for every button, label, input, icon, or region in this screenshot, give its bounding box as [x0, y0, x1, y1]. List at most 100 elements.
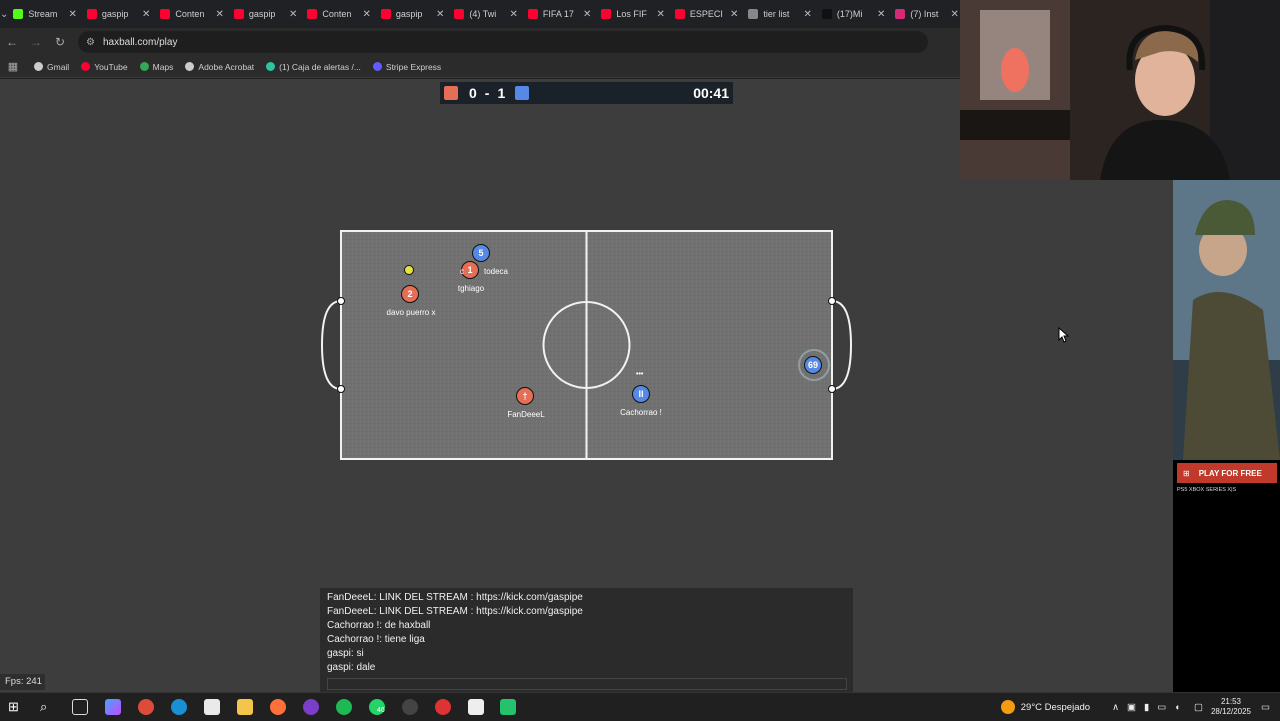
app-icon[interactable]	[303, 699, 319, 715]
browser-tab[interactable]: gaspip ✕	[82, 0, 156, 28]
tab-label: gaspip	[395, 9, 423, 19]
chat-input[interactable]	[327, 678, 847, 690]
tab-favicon-icon	[160, 9, 171, 19]
tab-favicon-icon	[454, 9, 465, 19]
tab-close-icon[interactable]: ✕	[436, 9, 444, 20]
display-icon[interactable]: ▢	[1194, 702, 1203, 713]
browser-tab[interactable]: Conten ✕	[302, 0, 376, 28]
bookmark-item[interactable]: Gmail	[34, 62, 69, 72]
browser-tab[interactable]: Los FIF ✕	[596, 0, 670, 28]
browser-tab[interactable]: Stream ✕	[8, 0, 82, 28]
browser-tab[interactable]: tier list ✕	[743, 0, 817, 28]
tab-close-icon[interactable]: ✕	[289, 9, 297, 20]
tab-label: Conten	[175, 9, 205, 19]
forward-arrow-icon[interactable]: →	[24, 35, 48, 49]
tab-search-icon[interactable]: ⌄	[0, 0, 8, 28]
clock[interactable]: 21:53 28/12/2025	[1211, 697, 1251, 717]
reload-icon[interactable]: ↻	[48, 35, 72, 49]
file-explorer-icon[interactable]	[237, 699, 253, 715]
browser-tab[interactable]: gaspip ✕	[376, 0, 450, 28]
media-player-icon[interactable]	[402, 699, 418, 715]
capcut-icon[interactable]	[468, 699, 484, 715]
tab-favicon-icon	[821, 9, 832, 19]
tab-favicon-icon	[13, 9, 24, 19]
bookmark-icon	[139, 62, 149, 71]
firefox-icon[interactable]	[270, 699, 286, 715]
tab-favicon-icon	[601, 9, 612, 19]
tab-close-icon[interactable]: ✕	[69, 9, 77, 20]
obs-icon[interactable]	[435, 699, 451, 715]
tab-close-icon[interactable]: ✕	[804, 9, 812, 20]
whatsapp-badge: 46	[377, 707, 385, 714]
tab-close-icon[interactable]: ✕	[142, 9, 150, 20]
chat-message: gaspi: dale	[327, 662, 376, 673]
tab-close-icon[interactable]: ✕	[216, 9, 224, 20]
player-disc: 2	[401, 285, 419, 303]
bookmark-icon	[81, 62, 91, 71]
bookmark-label: Gmail	[47, 61, 70, 72]
left-goal	[320, 300, 342, 390]
tab-close-icon[interactable]: ✕	[510, 9, 518, 20]
start-windows-icon[interactable]: ⊞	[8, 699, 24, 715]
edge-icon[interactable]	[171, 699, 187, 715]
browser-tab[interactable]: gaspip ✕	[229, 0, 303, 28]
red-score: 0	[469, 85, 477, 101]
bookmark-label: (1) Caja de alertas /...	[279, 61, 361, 72]
tab-close-icon[interactable]: ✕	[877, 9, 885, 20]
bookmark-item[interactable]: Maps	[139, 62, 173, 72]
weather-icon[interactable]	[1000, 700, 1015, 714]
browser-tab[interactable]: (4) Twi ✕	[449, 0, 523, 28]
back-arrow-icon[interactable]: ←	[0, 35, 24, 49]
windows-logo-icon: ⊞	[1183, 468, 1190, 478]
tab-close-icon[interactable]: ✕	[657, 9, 665, 20]
blue-score: 1	[497, 85, 506, 101]
browser-tab[interactable]: ESPECI ✕	[670, 0, 744, 28]
notifications-icon[interactable]: ▭	[1261, 702, 1270, 713]
tray-chevron-icon[interactable]: ∧	[1112, 702, 1119, 713]
tab-label: (4) Twi	[469, 9, 497, 19]
chat-message: Cachorrao !: de haxball	[327, 620, 431, 631]
task-view-icon[interactable]	[72, 699, 88, 715]
chrome-icon[interactable]	[138, 699, 154, 715]
browser-tab[interactable]: Conten ✕	[155, 0, 229, 28]
copilot-icon[interactable]	[105, 699, 121, 715]
advertisement[interactable]: ⊞ PLAY FOR FREE PS5 XBOX SERIES X|S	[1173, 180, 1280, 692]
bookmarks-bar: ▦ Gmail YouTube Maps Adobe Acrobat (1) Caja …	[0, 56, 960, 78]
address-bar-row: ← → ↻ ⚙ haxball.com/play	[0, 28, 960, 56]
browser-tab[interactable]: (17)Mi ✕	[817, 0, 891, 28]
bookmark-item[interactable]: (1) Caja de alertas /...	[266, 62, 361, 72]
search-icon[interactable]: ⌕	[40, 699, 56, 715]
site-settings-icon[interactable]: ⚙	[86, 37, 95, 48]
tray-apps-icon[interactable]: ▣	[1127, 702, 1136, 713]
tab-close-icon[interactable]: ✕	[363, 9, 371, 20]
tab-close-icon[interactable]: ✕	[951, 9, 959, 20]
tab-label: gaspip	[248, 9, 276, 19]
chat-bubble-icon: •••	[636, 371, 644, 378]
bookmark-icon	[266, 62, 276, 71]
network-icon[interactable]: ▭	[1157, 702, 1166, 713]
clock-date: 28/12/2025	[1210, 707, 1252, 716]
tab-close-icon[interactable]: ✕	[583, 9, 591, 20]
tab-label: (7) Inst	[910, 9, 939, 19]
app-green-icon[interactable]	[500, 699, 516, 715]
microphone-icon[interactable]: ▮	[1144, 702, 1149, 713]
apps-grid-icon[interactable]: ▦	[0, 60, 26, 73]
bookmark-item[interactable]: YouTube	[81, 62, 128, 72]
tab-close-icon[interactable]: ✕	[730, 9, 738, 20]
weather-text[interactable]: 29°C Despejado	[1021, 702, 1090, 713]
tab-favicon-icon	[527, 9, 538, 19]
play-for-free-button[interactable]: ⊞ PLAY FOR FREE	[1177, 463, 1277, 483]
player-name: Cachorrao !	[620, 408, 662, 417]
mouse-cursor-icon	[1058, 327, 1070, 343]
tab-bar: ⌄ Stream ✕ gaspip ✕ Conten ✕ gaspip ✕ Conten ✕ gas…	[0, 0, 960, 28]
spotify-icon[interactable]	[336, 699, 352, 715]
bookmark-item[interactable]: Adobe Acrobat	[185, 62, 254, 72]
browser-tab[interactable]: FIFA 17 ✕	[523, 0, 597, 28]
left-goalpost-bottom	[337, 385, 345, 393]
store-icon[interactable]	[204, 699, 220, 715]
bookmark-item[interactable]: Stripe Express	[372, 62, 441, 72]
url-input[interactable]: ⚙ haxball.com/play	[78, 31, 928, 53]
blue-team-swatch	[515, 86, 530, 100]
volume-icon[interactable]: ◖	[1174, 702, 1180, 713]
browser-tab[interactable]: (7) Inst ✕	[890, 0, 964, 28]
